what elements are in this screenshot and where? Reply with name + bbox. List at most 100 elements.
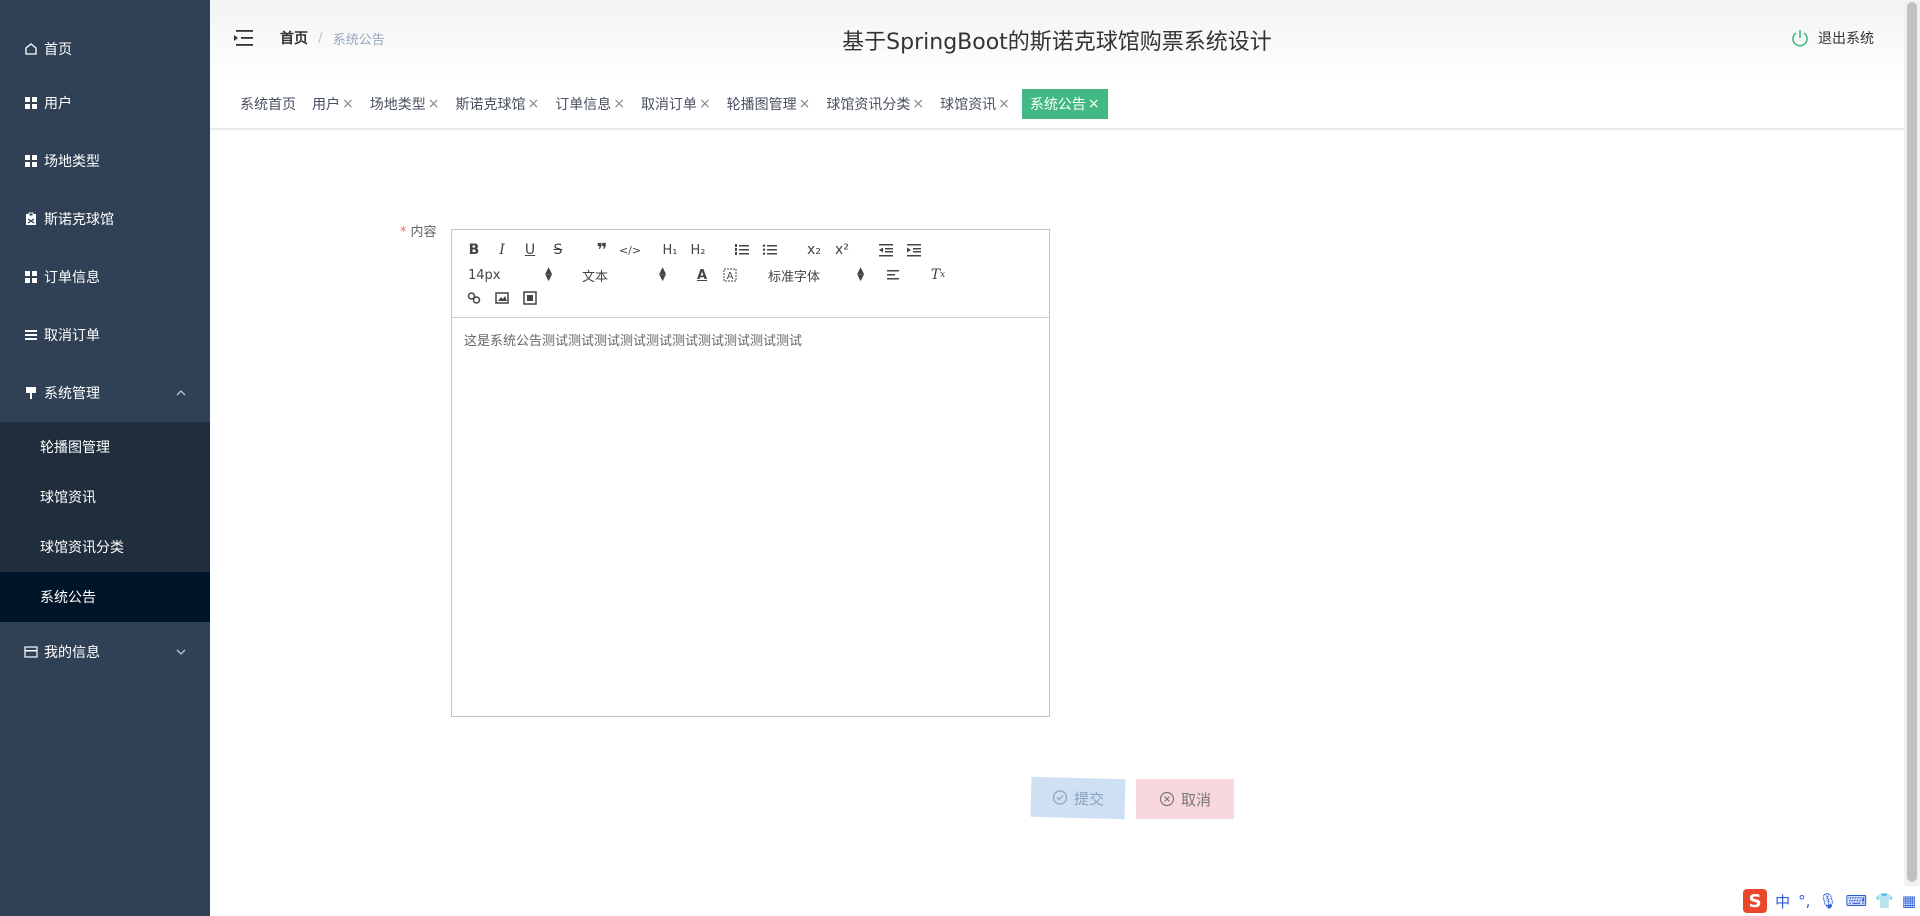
header-1-icon[interactable]: H₁ — [660, 240, 680, 260]
indent-icon[interactable] — [904, 240, 924, 260]
tab-venue-type[interactable]: 场地类型 × — [366, 89, 444, 119]
toolbox-icon[interactable]: ▦ — [1902, 892, 1916, 910]
sidebar-item-label: 场地类型 — [44, 154, 100, 170]
tab-home[interactable]: 系统首页 — [236, 89, 300, 119]
bullet-list-icon[interactable] — [760, 240, 780, 260]
sogou-logo-icon[interactable]: S — [1743, 889, 1768, 913]
tab-label: 系统首页 — [240, 97, 296, 113]
ime-toolbar: S 中 °, 🎙 ⌨ 👕 ▦ — [1730, 886, 1920, 916]
close-icon[interactable]: × — [527, 96, 539, 112]
sidebar-item-label: 首页 — [44, 42, 72, 58]
close-icon[interactable]: × — [699, 96, 711, 112]
ime-lang[interactable]: 中 — [1775, 891, 1790, 912]
sidebar-item-cancel-orders[interactable]: 取消订单 — [0, 306, 210, 364]
close-icon[interactable]: × — [1088, 96, 1100, 112]
list-icon — [24, 328, 38, 342]
sidebar-item-carousel[interactable]: 轮播图管理 — [0, 422, 210, 472]
bold-icon[interactable]: B — [464, 240, 484, 260]
sidebar-item-announcement[interactable]: 系统公告 — [0, 572, 210, 622]
ime-punct[interactable]: °, — [1798, 892, 1810, 910]
outdent-icon[interactable] — [876, 240, 896, 260]
tab-orders[interactable]: 订单信息 × — [551, 89, 629, 119]
sidebar-item-label: 球馆资讯 — [40, 490, 96, 506]
grid-icon — [24, 154, 38, 168]
close-icon[interactable]: × — [613, 96, 625, 112]
sidebar-item-hall-news-category[interactable]: 球馆资讯分类 — [0, 522, 210, 572]
submit-label: 提交 — [1073, 789, 1105, 809]
tab-hall-news-category[interactable]: 球馆资讯分类 × — [822, 89, 928, 119]
sidebar-item-orders[interactable]: 订单信息 — [0, 248, 210, 306]
page-title: 基于SpringBoot的斯诺克球馆购票系统设计 — [842, 30, 1272, 55]
card-icon — [24, 645, 38, 659]
superscript-icon[interactable]: x² — [832, 240, 852, 260]
close-icon[interactable]: × — [912, 96, 924, 112]
cancel-button[interactable]: 取消 — [1136, 779, 1234, 819]
sidebar-item-my-info[interactable]: 我的信息 — [0, 622, 210, 682]
tab-hall-news[interactable]: 球馆资讯 × — [936, 89, 1014, 119]
tab-snooker-hall[interactable]: 斯诺克球馆 × — [451, 89, 543, 119]
top-header: 首页 / 系统公告 基于SpringBoot的斯诺克球馆购票系统设计 退出系统 — [210, 0, 1904, 80]
image-icon[interactable] — [492, 288, 512, 308]
close-icon[interactable]: × — [998, 96, 1010, 112]
subscript-icon[interactable]: x₂ — [804, 240, 824, 260]
check-circle-icon — [1052, 789, 1068, 805]
sidebar-item-system-management[interactable]: 系统管理 — [0, 364, 210, 422]
sidebar-item-label: 系统公告 — [40, 590, 96, 606]
sidebar-item-label: 球馆资讯分类 — [40, 540, 124, 556]
editor-content[interactable]: 这是系统公告测试测试测试测试测试测试测试测试测试测试 — [452, 318, 1049, 361]
tab-users[interactable]: 用户 × — [308, 89, 358, 119]
sidebar-item-label: 系统管理 — [44, 386, 100, 402]
tab-label: 场地类型 — [369, 97, 426, 113]
svg-text:A: A — [727, 271, 734, 282]
italic-icon[interactable]: I — [492, 240, 512, 260]
tab-label: 取消订单 — [640, 97, 697, 113]
sort-caret-icon: ▲ ▼ — [545, 266, 552, 283]
clipboard-icon — [24, 212, 38, 226]
underline-icon[interactable]: U — [520, 240, 540, 260]
sidebar-item-label: 订单信息 — [44, 270, 100, 286]
tab-carousel[interactable]: 轮播图管理 × — [723, 89, 815, 119]
tab-label: 球馆资讯分类 — [826, 97, 911, 113]
sidebar-item-venue-type[interactable]: 场地类型 — [0, 132, 210, 190]
code-block-icon[interactable]: </> — [619, 240, 641, 260]
font-color-icon[interactable]: A — [692, 265, 712, 285]
header-style-value: 文本 — [582, 269, 609, 285]
background-color-icon[interactable]: A — [720, 265, 740, 285]
sort-caret-icon: ▲ ▼ — [659, 266, 666, 283]
sidebar-item-users[interactable]: 用户 — [0, 74, 210, 132]
skin-icon[interactable]: 👕 — [1875, 892, 1894, 910]
tab-label: 订单信息 — [555, 97, 612, 113]
grid-icon — [24, 96, 38, 110]
content-label: * 内容 — [400, 221, 437, 240]
tab-announcement[interactable]: 系统公告 × — [1021, 89, 1108, 119]
chevron-up-icon — [174, 386, 188, 400]
align-left-icon[interactable] — [884, 265, 904, 285]
power-icon — [1790, 28, 1810, 48]
link-icon[interactable] — [464, 288, 484, 308]
strike-icon[interactable]: S — [548, 240, 568, 260]
tab-cancel-orders[interactable]: 取消订单 × — [637, 89, 715, 119]
submit-button[interactable]: 提交 — [1030, 776, 1126, 820]
video-icon[interactable] — [520, 288, 540, 308]
clear-format-icon[interactable]: Tx — [928, 265, 948, 285]
microphone-icon[interactable]: 🎙 — [1818, 892, 1837, 910]
sidebar-item-snooker-hall[interactable]: 斯诺克球馆 — [0, 190, 210, 248]
font-family-select[interactable]: 标准字体 ▲ ▼ — [768, 265, 864, 285]
header-style-select[interactable]: 文本 ▲ ▼ — [582, 265, 666, 285]
keyboard-icon[interactable]: ⌨ — [1845, 892, 1867, 910]
close-icon[interactable]: × — [799, 96, 811, 112]
font-family-value: 标准字体 — [768, 269, 821, 285]
scrollbar-thumb[interactable] — [1907, 2, 1917, 882]
close-icon[interactable]: × — [342, 96, 354, 112]
page-scrollbar[interactable] — [1904, 0, 1920, 916]
tab-label: 斯诺克球馆 — [455, 97, 526, 113]
sidebar-item-hall-news[interactable]: 球馆资讯 — [0, 472, 210, 522]
ordered-list-icon[interactable] — [732, 240, 752, 260]
logout-button[interactable]: 退出系统 — [1790, 28, 1874, 48]
sidebar: 首页 用户 场地类型 斯诺克球馆 订单信息 取消订单 系统管理 轮播图管理 球馆… — [0, 0, 210, 916]
font-size-select[interactable]: 14px ▲ ▼ — [468, 265, 552, 285]
header-2-icon[interactable]: H₂ — [688, 240, 708, 260]
close-icon[interactable]: × — [428, 96, 440, 112]
sidebar-item-home[interactable]: 首页 — [0, 24, 210, 74]
blockquote-icon[interactable]: ❞ — [592, 240, 612, 261]
